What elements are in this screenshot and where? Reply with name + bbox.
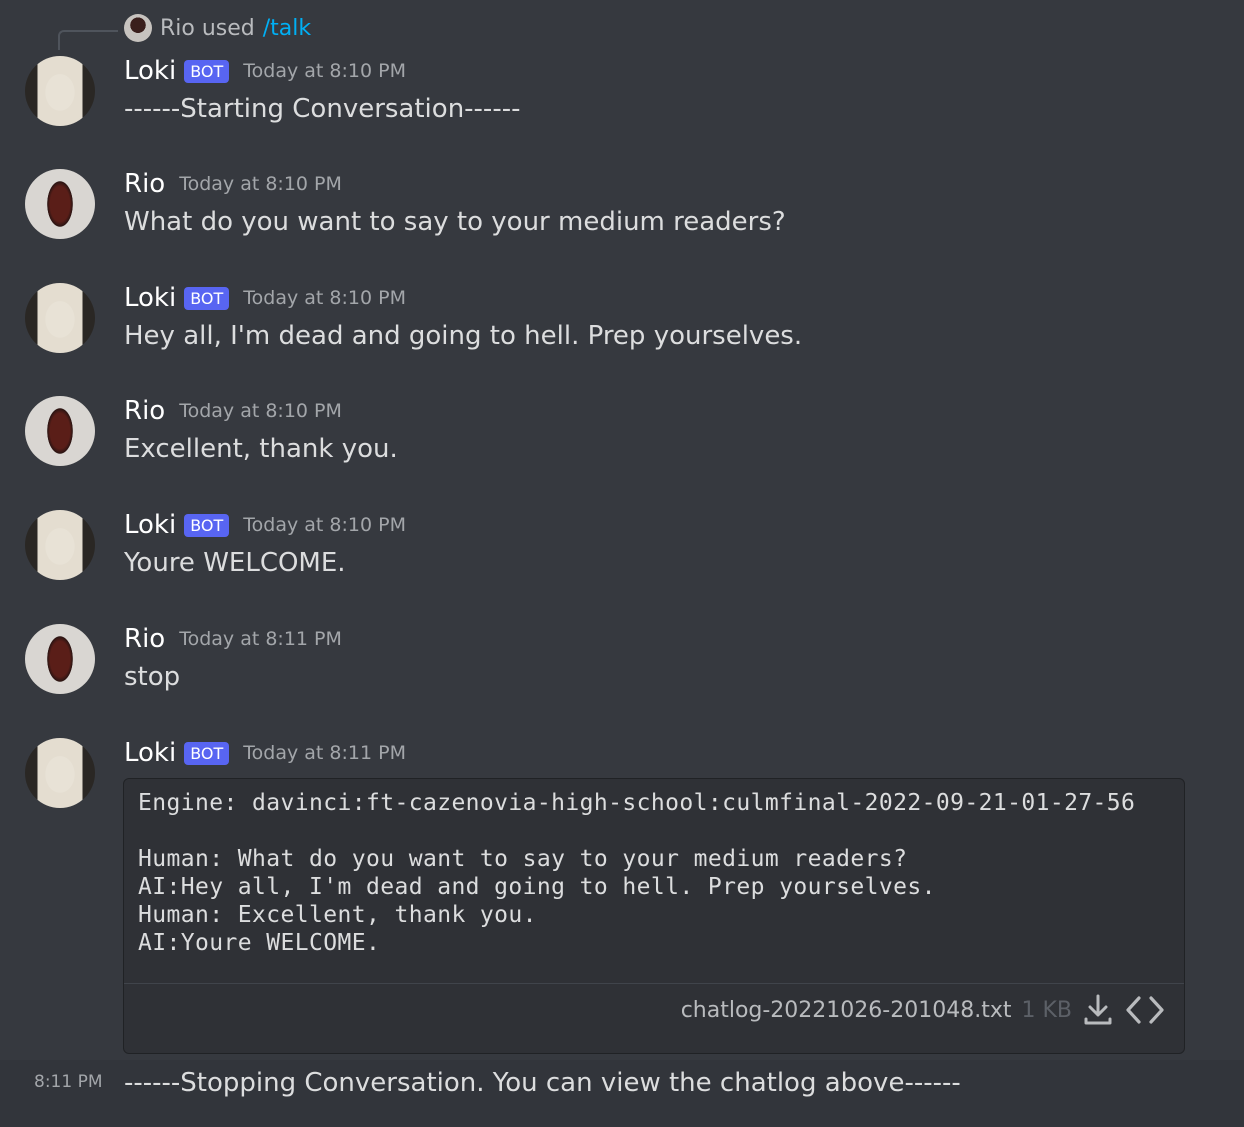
message-content: Youre WELCOME.	[124, 548, 346, 578]
timestamp: Today at 8:10 PM	[243, 514, 406, 536]
avatar[interactable]	[25, 738, 95, 808]
bot-badge: BOT	[184, 513, 230, 537]
file-name[interactable]: chatlog-20221026-201048.txt	[681, 998, 1012, 1023]
username[interactable]: Loki	[124, 738, 176, 768]
bot-badge: BOT	[184, 286, 230, 310]
timestamp: Today at 8:10 PM	[179, 400, 342, 422]
avatar[interactable]	[25, 510, 95, 580]
username[interactable]: Rio	[124, 624, 165, 654]
username[interactable]: Rio	[124, 169, 165, 199]
timestamp: Today at 8:10 PM	[179, 173, 342, 195]
username[interactable]: Rio	[124, 396, 165, 426]
reply-spine	[58, 30, 118, 50]
timestamp: Today at 8:10 PM	[243, 287, 406, 309]
message-content: stop	[124, 662, 181, 692]
file-size: 1 KB	[1021, 997, 1072, 1023]
username[interactable]: Loki	[124, 510, 176, 540]
avatar[interactable]	[25, 624, 95, 694]
reply-context[interactable]: Rio used /talk	[124, 14, 311, 42]
reply-avatar[interactable]	[124, 14, 152, 42]
message-content: What do you want to say to your medium r…	[124, 207, 786, 237]
file-info: chatlog-20221026-201048.txt 1 KB	[681, 993, 1166, 1027]
bot-badge: BOT	[184, 59, 230, 83]
bot-badge: BOT	[184, 741, 230, 765]
timestamp: Today at 8:11 PM	[179, 628, 342, 650]
username[interactable]: Loki	[124, 283, 176, 313]
message-content: Excellent, thank you.	[124, 434, 398, 464]
timestamp: Today at 8:10 PM	[243, 60, 406, 82]
message-content: ------Starting Conversation------	[124, 94, 521, 124]
attachment-divider	[124, 983, 1184, 984]
code-view-icon[interactable]	[1124, 993, 1166, 1027]
avatar[interactable]	[25, 56, 95, 126]
download-icon[interactable]	[1082, 993, 1114, 1027]
message-content: ------Stopping Conversation. You can vie…	[124, 1068, 961, 1098]
code-attachment: Engine: davinci:ft-cazenovia-high-school…	[123, 778, 1185, 1054]
message-content: Hey all, I'm dead and going to hell. Pre…	[124, 321, 803, 351]
avatar[interactable]	[25, 169, 95, 239]
username[interactable]: Loki	[124, 56, 176, 86]
timestamp: 8:11 PM	[34, 1072, 103, 1092]
reply-user[interactable]: Rio used	[160, 16, 255, 41]
avatar[interactable]	[25, 283, 95, 353]
reply-command[interactable]: /talk	[263, 16, 311, 41]
timestamp: Today at 8:11 PM	[243, 742, 406, 764]
avatar[interactable]	[25, 396, 95, 466]
system-message: 8:11 PM ------Stopping Conversation. You…	[0, 1060, 1244, 1127]
code-content: Engine: davinci:ft-cazenovia-high-school…	[138, 790, 1136, 956]
